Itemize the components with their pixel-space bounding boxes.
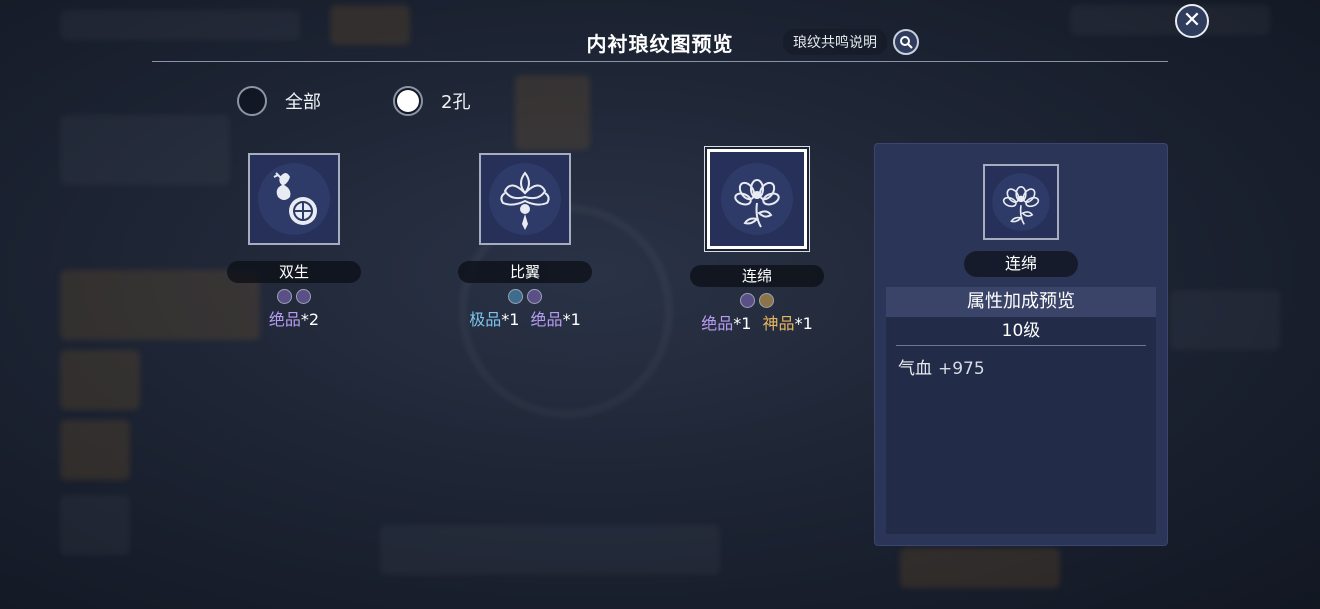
attribute-level: 10级 — [896, 317, 1146, 346]
gem-slots — [689, 293, 825, 308]
radio-unselected-icon[interactable] — [237, 86, 267, 116]
gem-slot-icon — [740, 293, 755, 308]
gem-slot-icon — [277, 289, 292, 304]
magnifier-icon[interactable] — [893, 29, 919, 55]
pattern-name: 双生 — [227, 261, 361, 283]
detail-pattern-name: 连绵 — [964, 251, 1078, 277]
stat-label: 气血 — [898, 359, 932, 379]
filter-all-label: 全部 — [285, 92, 321, 113]
grade-requirement: 极品*1 — [469, 310, 520, 329]
pattern-frame-selected[interactable] — [707, 149, 807, 249]
filter-2-slots[interactable]: 2孔 — [393, 85, 470, 117]
pattern-frame[interactable] — [248, 153, 340, 245]
attribute-preview-box: 属性加成预览 10级 气血 +975 — [886, 287, 1156, 534]
pattern-detail-panel: 连绵 属性加成预览 10级 气血 +975 — [875, 144, 1167, 545]
peony-icon — [992, 173, 1050, 231]
gem-slot-icon — [296, 289, 311, 304]
grade-requirement: 绝品*1 — [530, 310, 581, 329]
lotus-icon — [489, 163, 561, 235]
filter-all[interactable]: 全部 — [237, 85, 321, 117]
gem-slot-icon — [527, 289, 542, 304]
pattern-frame[interactable] — [479, 153, 571, 245]
pattern-card-biyi[interactable]: 比翼 极品*1 绝品*1 — [457, 153, 593, 330]
resonance-help-label[interactable]: 琅纹共鸣说明 — [783, 29, 887, 55]
attribute-stat-row: 气血 +975 — [898, 354, 1156, 379]
grade-requirement: 神品*1 — [762, 314, 813, 333]
pattern-name: 比翼 — [458, 261, 592, 283]
peony-icon — [721, 163, 793, 235]
grade-requirements: 极品*1 绝品*1 — [457, 306, 593, 330]
gem-slots — [226, 289, 362, 304]
radio-selected-icon[interactable] — [393, 86, 423, 116]
dialog-title: 内衬琅纹图预览 — [586, 32, 734, 56]
grade-requirements: 绝品*2 — [226, 306, 362, 330]
filter-2-slots-label: 2孔 — [441, 92, 471, 113]
stat-value: +975 — [938, 359, 985, 379]
gem-slot-icon — [759, 293, 774, 308]
grade-requirement: 绝品*2 — [268, 310, 320, 329]
resonance-help[interactable]: 琅纹共鸣说明 — [783, 29, 919, 55]
close-button[interactable]: ✕ — [1175, 4, 1209, 38]
pattern-card-shuangsheng[interactable]: 双生 绝品*2 — [226, 153, 362, 330]
gourd-coin-icon — [258, 163, 330, 235]
gem-slot-icon — [508, 289, 523, 304]
header-divider — [152, 61, 1168, 62]
pattern-card-lianmian[interactable]: 连绵 绝品*1 神品*1 — [689, 149, 825, 334]
detail-pattern-frame — [983, 164, 1059, 240]
grade-requirements: 绝品*1 神品*1 — [689, 310, 825, 334]
pattern-name: 连绵 — [690, 265, 824, 287]
attribute-preview-title: 属性加成预览 — [886, 287, 1156, 317]
gem-slots — [457, 289, 593, 304]
grade-requirement: 绝品*1 — [701, 314, 752, 333]
